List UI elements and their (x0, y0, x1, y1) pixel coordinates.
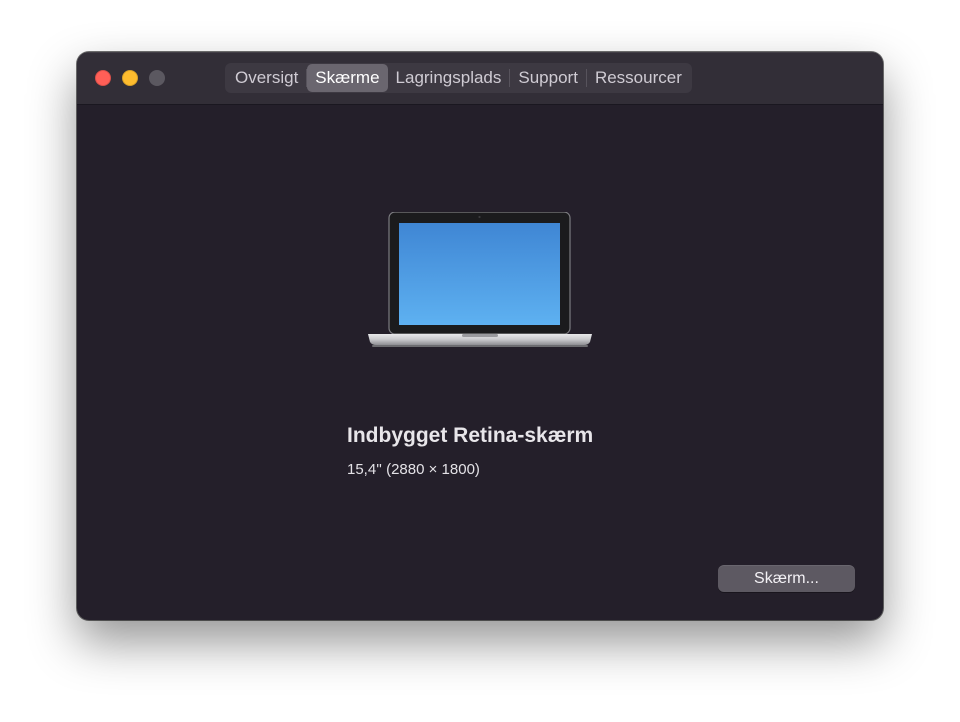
minimize-window-button[interactable] (122, 70, 138, 86)
laptop-icon (368, 212, 592, 347)
tab-overview[interactable]: Oversigt (227, 64, 306, 92)
tab-displays[interactable]: Skærme (307, 64, 388, 92)
title-bar: Oversigt Skærme Lagringsplads Support Re… (77, 52, 883, 105)
display-settings-button[interactable]: Skærm... (718, 565, 855, 592)
display-name: Indbygget Retina-skærm (347, 424, 594, 447)
section-tabs: Oversigt Skærme Lagringsplads Support Re… (225, 63, 692, 93)
tab-support[interactable]: Support (510, 64, 586, 92)
close-window-button[interactable] (95, 70, 111, 86)
tab-resources[interactable]: Ressourcer (587, 64, 690, 92)
desktop-background: Oversigt Skærme Lagringsplads Support Re… (0, 0, 960, 722)
about-this-mac-window: Oversigt Skærme Lagringsplads Support Re… (77, 52, 883, 620)
tab-storage[interactable]: Lagringsplads (388, 64, 510, 92)
zoom-window-button[interactable] (149, 70, 165, 86)
display-details: 15,4'' (2880 × 1800) (347, 461, 480, 478)
